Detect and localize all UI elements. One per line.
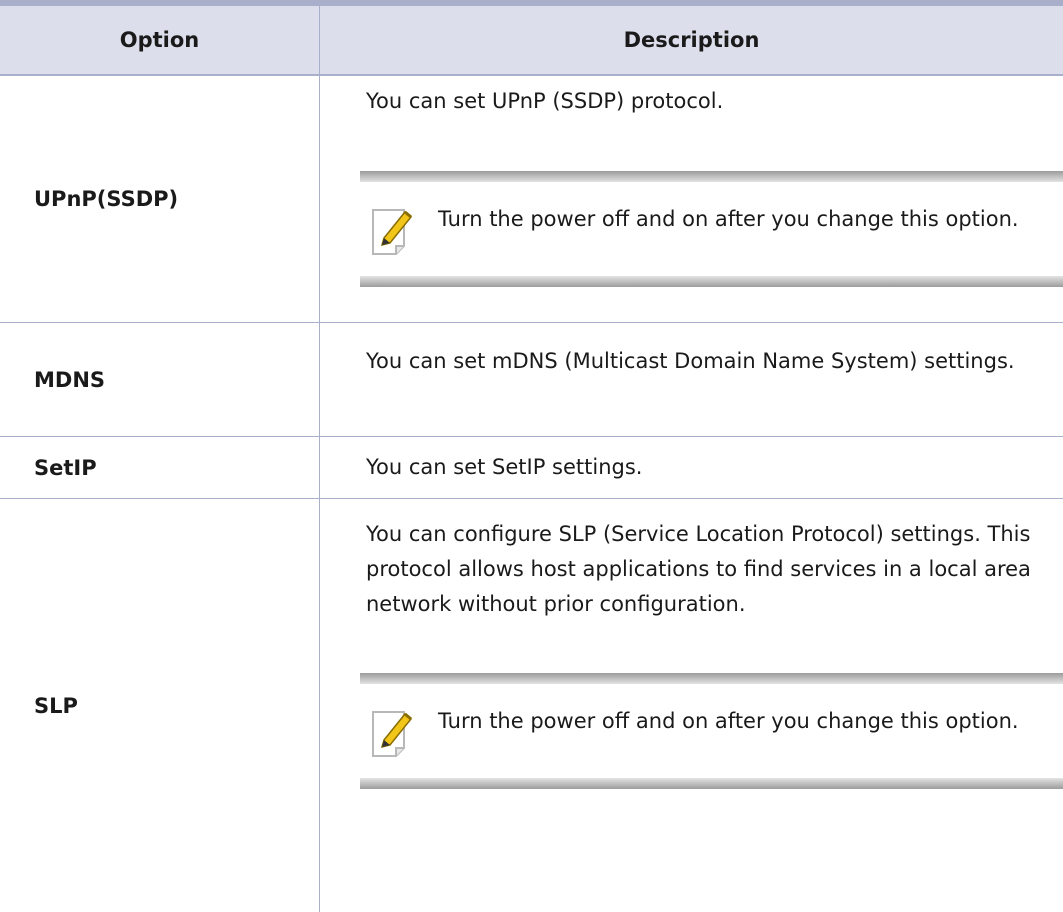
table-row: SetIP You can set SetIP settings. <box>0 437 1063 499</box>
table-row: SLP You can configure SLP (Service Locat… <box>0 499 1063 912</box>
option-name: UPnP(SSDP) <box>34 187 179 211</box>
description-cell: You can set UPnP (SSDP) protocol. Turn t… <box>320 76 1063 322</box>
option-cell: SLP <box>0 499 320 912</box>
option-name: MDNS <box>34 367 106 392</box>
table-row: UPnP(SSDP) You can set UPnP (SSDP) proto… <box>0 76 1063 323</box>
note-box: Turn the power off and on after you chan… <box>360 673 1063 789</box>
description-cell: You can set mDNS (Multicast Domain Name … <box>320 323 1063 436</box>
note-box: Turn the power off and on after you chan… <box>360 171 1063 287</box>
note-pencil-icon <box>372 209 413 255</box>
note-text: Turn the power off and on after you chan… <box>438 709 1019 733</box>
note-body: Turn the power off and on after you chan… <box>360 684 1063 778</box>
note-top-bar <box>360 171 1063 182</box>
note-body: Turn the power off and on after you chan… <box>360 182 1063 276</box>
note-text: Turn the power off and on after you chan… <box>438 207 1019 231</box>
option-cell: MDNS <box>0 323 320 436</box>
options-table: Option Description UPnP(SSDP) You can se… <box>0 0 1063 912</box>
option-cell: SetIP <box>0 437 320 498</box>
option-column-header: Option <box>0 6 320 74</box>
note-bottom-bar <box>360 276 1063 287</box>
note-top-bar <box>360 673 1063 684</box>
description-text: You can set SetIP settings. <box>366 455 643 479</box>
table-row: MDNS You can set mDNS (Multicast Domain … <box>0 323 1063 437</box>
description-text: You can configure SLP (Service Location … <box>366 522 1031 616</box>
description-text: You can set UPnP (SSDP) protocol. <box>366 89 724 113</box>
note-pencil-icon <box>372 711 413 757</box>
table-header-row: Option Description <box>0 6 1063 76</box>
option-name: SetIP <box>34 455 97 480</box>
option-cell: UPnP(SSDP) <box>0 76 320 322</box>
description-column-header: Description <box>623 28 760 52</box>
description-text: You can set mDNS (Multicast Domain Name … <box>366 349 1015 373</box>
description-cell: You can set SetIP settings. <box>320 437 1063 498</box>
description-cell: You can configure SLP (Service Location … <box>320 499 1063 912</box>
note-bottom-bar <box>360 778 1063 789</box>
option-name: SLP <box>34 693 78 718</box>
